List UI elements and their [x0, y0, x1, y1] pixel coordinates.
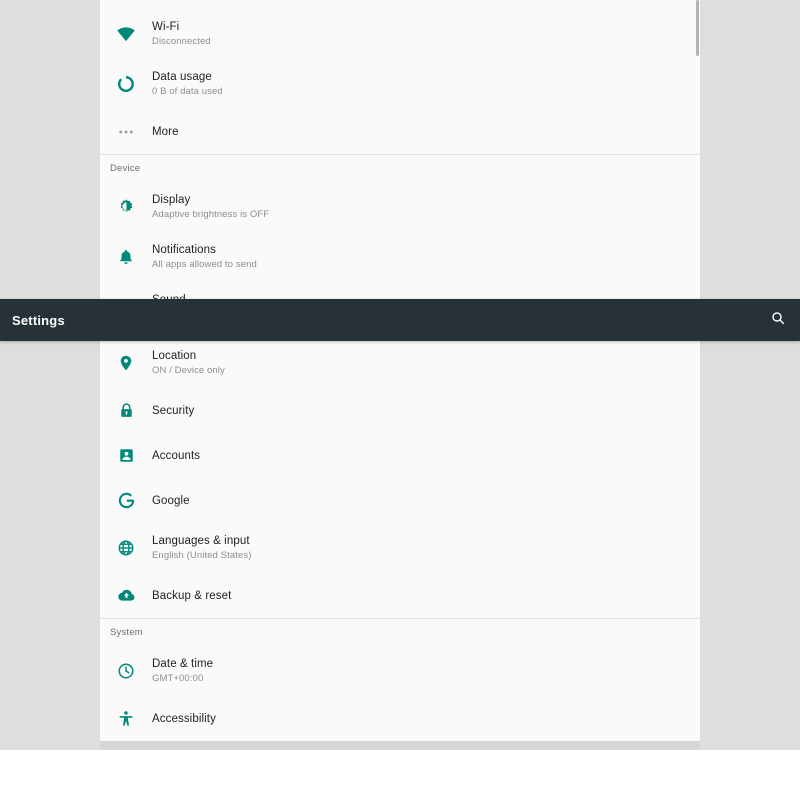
data-usage-icon — [108, 72, 144, 96]
settings-row-text: Date & time GMT+00:00 — [144, 657, 213, 685]
settings-row-wi-fi[interactable]: Wi-Fi Disconnected — [100, 9, 700, 59]
settings-row-title: More — [152, 125, 179, 138]
location-pin-icon — [108, 351, 144, 375]
settings-row-text: Backup & reset — [144, 589, 231, 603]
settings-row-text: Data usage 0 B of data used — [144, 70, 223, 98]
settings-row-subtitle: All apps allowed to send — [152, 259, 257, 270]
settings-list: Wi-Fi Disconnected Data usage 0 B of data u… — [100, 0, 700, 750]
settings-row-date-time[interactable]: Date & time GMT+00:00 — [100, 646, 700, 696]
scrollbar-thumb[interactable] — [696, 0, 699, 56]
settings-row-title: Languages & input — [152, 535, 250, 547]
settings-row-google[interactable]: Google — [100, 478, 700, 523]
settings-row-more[interactable]: More — [100, 109, 700, 154]
settings-row-title: Date & time — [152, 658, 214, 670]
settings-row-title: Accounts — [152, 449, 201, 462]
page-title: Settings — [12, 312, 65, 328]
settings-row-title: Data usage — [152, 71, 212, 83]
settings-row-notifications[interactable]: Notifications All apps allowed to send — [100, 232, 700, 282]
settings-row-location[interactable]: Location ON / Device only — [100, 338, 700, 388]
clock-icon — [108, 659, 144, 683]
search-icon — [770, 310, 786, 331]
settings-row-text: Accounts — [144, 449, 200, 463]
settings-row-text: Languages & input English (United States) — [144, 534, 251, 562]
settings-row-subtitle: Adaptive brightness is OFF — [152, 209, 270, 220]
settings-row-security[interactable]: Security — [100, 388, 700, 433]
settings-row-subtitle: ON / Device only — [152, 365, 225, 376]
action-bar: Settings — [0, 299, 800, 341]
scrollbar[interactable] — [696, 0, 700, 750]
settings-row-text: Accessibility — [144, 712, 216, 726]
settings-row-data-usage[interactable]: Data usage 0 B of data used — [100, 59, 700, 109]
search-button[interactable] — [756, 299, 800, 341]
settings-row-text: Display Adaptive brightness is OFF — [144, 193, 269, 221]
settings-row-display[interactable]: Display Adaptive brightness is OFF — [100, 182, 700, 232]
settings-row-accounts[interactable]: Accounts — [100, 433, 700, 478]
settings-row-about-media-box[interactable]: About media boxAndroid 7.1.2 — [100, 741, 700, 750]
settings-row-title: Backup & reset — [152, 589, 232, 602]
settings-row-title: Google — [152, 494, 190, 507]
settings-row-text: Notifications All apps allowed to send — [144, 243, 257, 271]
backup-cloud-icon — [108, 584, 144, 608]
settings-row-languages-input[interactable]: Languages & input English (United States) — [100, 523, 700, 573]
accessibility-icon — [108, 707, 144, 731]
settings-row-subtitle: GMT+00:00 — [152, 673, 204, 684]
section-header-system: System — [100, 618, 700, 646]
settings-row-title: Accessibility — [152, 712, 216, 725]
account-box-icon — [108, 444, 144, 468]
settings-row-backup-reset[interactable]: Backup & reset — [100, 573, 700, 618]
settings-row-title: Security — [152, 404, 195, 417]
settings-row-title: Display — [152, 194, 191, 206]
settings-row-title: Notifications — [152, 244, 216, 256]
wifi-icon — [108, 22, 144, 46]
lock-icon — [108, 399, 144, 423]
google-g-icon — [108, 489, 144, 513]
settings-row-subtitle: Disconnected — [152, 36, 211, 47]
settings-row-text: More — [144, 125, 179, 139]
more-dots-icon — [108, 120, 144, 144]
brightness-icon — [108, 195, 144, 219]
settings-row-subtitle: 0 B of data used — [152, 86, 223, 97]
settings-row-accessibility[interactable]: Accessibility — [100, 696, 700, 741]
bell-icon — [108, 245, 144, 269]
settings-row-title: Location — [152, 350, 197, 362]
settings-row-subtitle: English (United States) — [152, 550, 252, 561]
settings-row-text: Location ON / Device only — [144, 349, 225, 377]
settings-row-text: Security — [144, 404, 194, 418]
settings-row-title: Wi-Fi — [152, 21, 180, 33]
section-header-device: Device — [100, 154, 700, 182]
settings-row-text: Google — [144, 494, 190, 508]
settings-list-panel: Wi-Fi Disconnected Data usage 0 B of data u… — [100, 0, 700, 750]
globe-icon — [108, 536, 144, 560]
settings-row-text: Wi-Fi Disconnected — [144, 20, 211, 48]
